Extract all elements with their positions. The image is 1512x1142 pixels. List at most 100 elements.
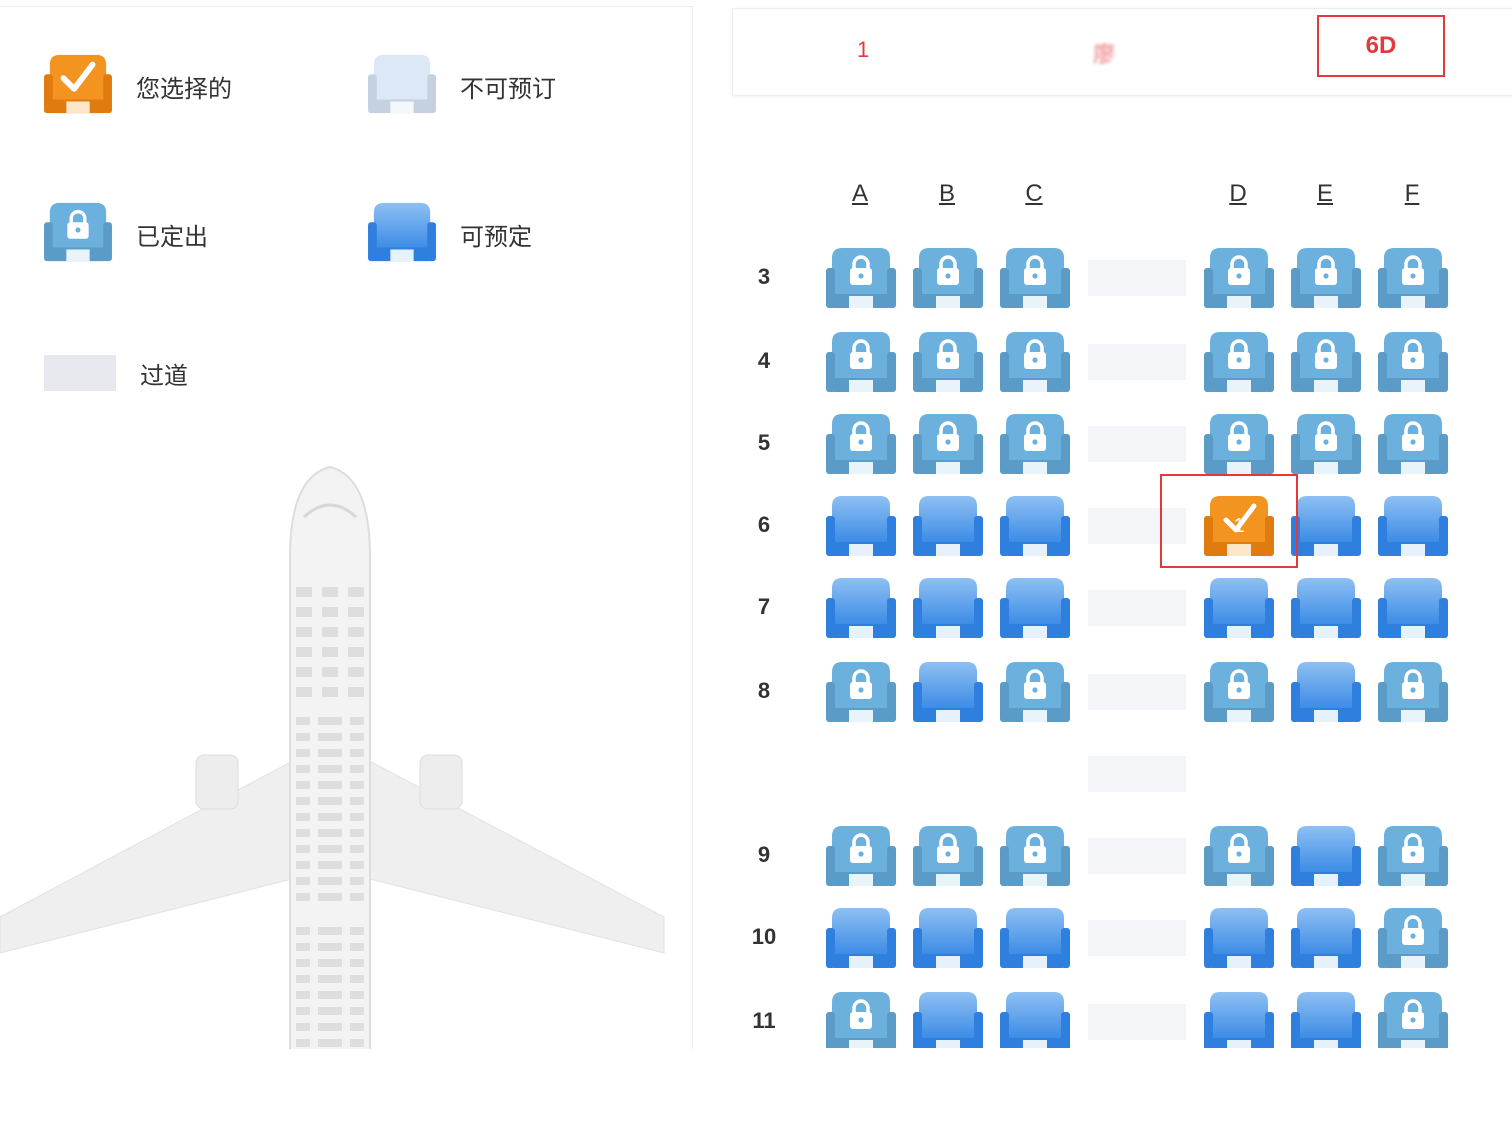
seat-3b-sold — [913, 244, 983, 312]
legend-sold-label: 已定出 — [136, 224, 208, 251]
seat-7f-available[interactable] — [1378, 574, 1448, 642]
column-header-a: A — [851, 180, 868, 207]
aisle-gap — [1088, 838, 1186, 874]
seat-5f-sold — [1378, 410, 1448, 478]
passenger-bar[interactable]: 1 廖 6D — [732, 8, 1512, 96]
seat-5b-sold — [913, 410, 983, 478]
seat-10f-sold — [1378, 904, 1448, 972]
seat-9c-sold — [1000, 822, 1070, 890]
legend-sold: 已定出 — [44, 199, 208, 270]
seat-4a-sold — [826, 328, 896, 396]
legend-selected: 您选择的 — [44, 51, 232, 122]
legend-available: 可预定 — [368, 199, 532, 270]
column-header-e: E — [1316, 180, 1333, 207]
seat-7e-available[interactable] — [1291, 574, 1361, 642]
passenger-index: 1 — [857, 37, 870, 62]
seat-9d-sold — [1204, 822, 1274, 890]
legend-aisle: 过道 — [44, 355, 188, 391]
seat-4d-sold — [1204, 328, 1274, 396]
legend-available-label: 可预定 — [460, 224, 532, 251]
seat-9e-available[interactable] — [1291, 822, 1361, 890]
seat-7d-available[interactable] — [1204, 574, 1274, 642]
seat-legend-panel: 您选择的 不可预订 已定出 可预定 过道 — [0, 6, 693, 1049]
aisle-gap — [1088, 344, 1186, 380]
seat-4c-sold — [1000, 328, 1070, 396]
seat-4b-sold — [913, 328, 983, 396]
row-number: 4 — [757, 348, 771, 373]
seat-11a-sold — [826, 988, 896, 1048]
column-header-f: F — [1404, 180, 1420, 207]
svg-text:1: 1 — [1233, 515, 1244, 537]
seat-5a-sold — [826, 410, 896, 478]
seat-10d-available[interactable] — [1204, 904, 1274, 972]
legend-unavailable: 不可预订 — [368, 51, 556, 122]
seat-4e-sold — [1291, 328, 1361, 396]
seat-8a-sold — [826, 658, 896, 726]
lock-seat-icon — [44, 199, 112, 270]
seat-4f-sold — [1378, 328, 1448, 396]
available-seat-icon — [368, 199, 436, 270]
unavailable-seat-icon — [368, 51, 436, 122]
aisle-gap — [1088, 508, 1186, 544]
column-header-c: C — [1025, 180, 1043, 207]
seat-11e-available[interactable] — [1291, 988, 1361, 1048]
seat-map-panel: 1 廖 6D A B C D E F 3 4 5 6 1 7 8 9 10 11 — [694, 0, 1512, 1048]
seat-6c-available[interactable] — [1000, 492, 1070, 560]
seat-10b-available[interactable] — [913, 904, 983, 972]
airplane-icon — [0, 465, 665, 1049]
row-number: 7 — [757, 594, 771, 619]
seat-11b-available[interactable] — [913, 988, 983, 1048]
passenger-name: 廖 — [1093, 42, 1116, 67]
seat-5d-sold — [1204, 410, 1274, 478]
seat-10a-available[interactable] — [826, 904, 896, 972]
seat-8f-sold — [1378, 658, 1448, 726]
aisle-gap — [1088, 674, 1186, 710]
seat-6d-selected[interactable]: 1 — [1204, 492, 1274, 560]
seat-6a-available[interactable] — [826, 492, 896, 560]
seat-9b-sold — [913, 822, 983, 890]
aisle-gap — [1088, 756, 1186, 792]
seat-5c-sold — [1000, 410, 1070, 478]
aisle-gap — [1088, 426, 1186, 462]
aisle-gap — [1088, 590, 1186, 626]
row-number: 3 — [757, 264, 771, 289]
selected-seat-icon — [44, 51, 112, 122]
seat-9f-sold — [1378, 822, 1448, 890]
seat-6f-available[interactable] — [1378, 492, 1448, 560]
seat-7a-available[interactable] — [826, 574, 896, 642]
row-number: 9 — [757, 842, 771, 867]
aisle-gap — [1088, 920, 1186, 956]
seat-5e-sold — [1291, 410, 1361, 478]
aisle-gap — [1088, 1004, 1186, 1040]
seat-11d-available[interactable] — [1204, 988, 1274, 1048]
seat-10e-available[interactable] — [1291, 904, 1361, 972]
seat-9a-sold — [826, 822, 896, 890]
seat-3d-sold — [1204, 244, 1274, 312]
seat-8d-sold — [1204, 658, 1274, 726]
legend-aisle-label: 过道 — [140, 362, 188, 390]
seat-8b-available[interactable] — [913, 658, 983, 726]
aisle-gap — [1088, 260, 1186, 296]
seat-11f-sold — [1378, 988, 1448, 1048]
seat-6b-available[interactable] — [913, 492, 983, 560]
row-number: 5 — [757, 430, 771, 455]
legend-selected-label: 您选择的 — [136, 76, 232, 103]
seat-10c-available[interactable] — [1000, 904, 1070, 972]
column-header-d: D — [1229, 180, 1247, 207]
row-number: 8 — [757, 678, 771, 703]
seat-3c-sold — [1000, 244, 1070, 312]
row-number: 11 — [752, 1008, 776, 1033]
seat-8e-available[interactable] — [1291, 658, 1361, 726]
column-header-b: B — [938, 180, 955, 207]
seat-11c-available[interactable] — [1000, 988, 1070, 1048]
seat-6e-available[interactable] — [1291, 492, 1361, 560]
legend-unavailable-label: 不可预订 — [460, 76, 556, 103]
passenger-seat-badge[interactable]: 6D — [1317, 15, 1445, 77]
seat-7b-available[interactable] — [913, 574, 983, 642]
row-number: 10 — [751, 924, 777, 949]
seat-7c-available[interactable] — [1000, 574, 1070, 642]
seat-3e-sold — [1291, 244, 1361, 312]
row-number: 6 — [757, 512, 771, 537]
seat-8c-sold — [1000, 658, 1070, 726]
aisle-swatch — [44, 355, 116, 391]
